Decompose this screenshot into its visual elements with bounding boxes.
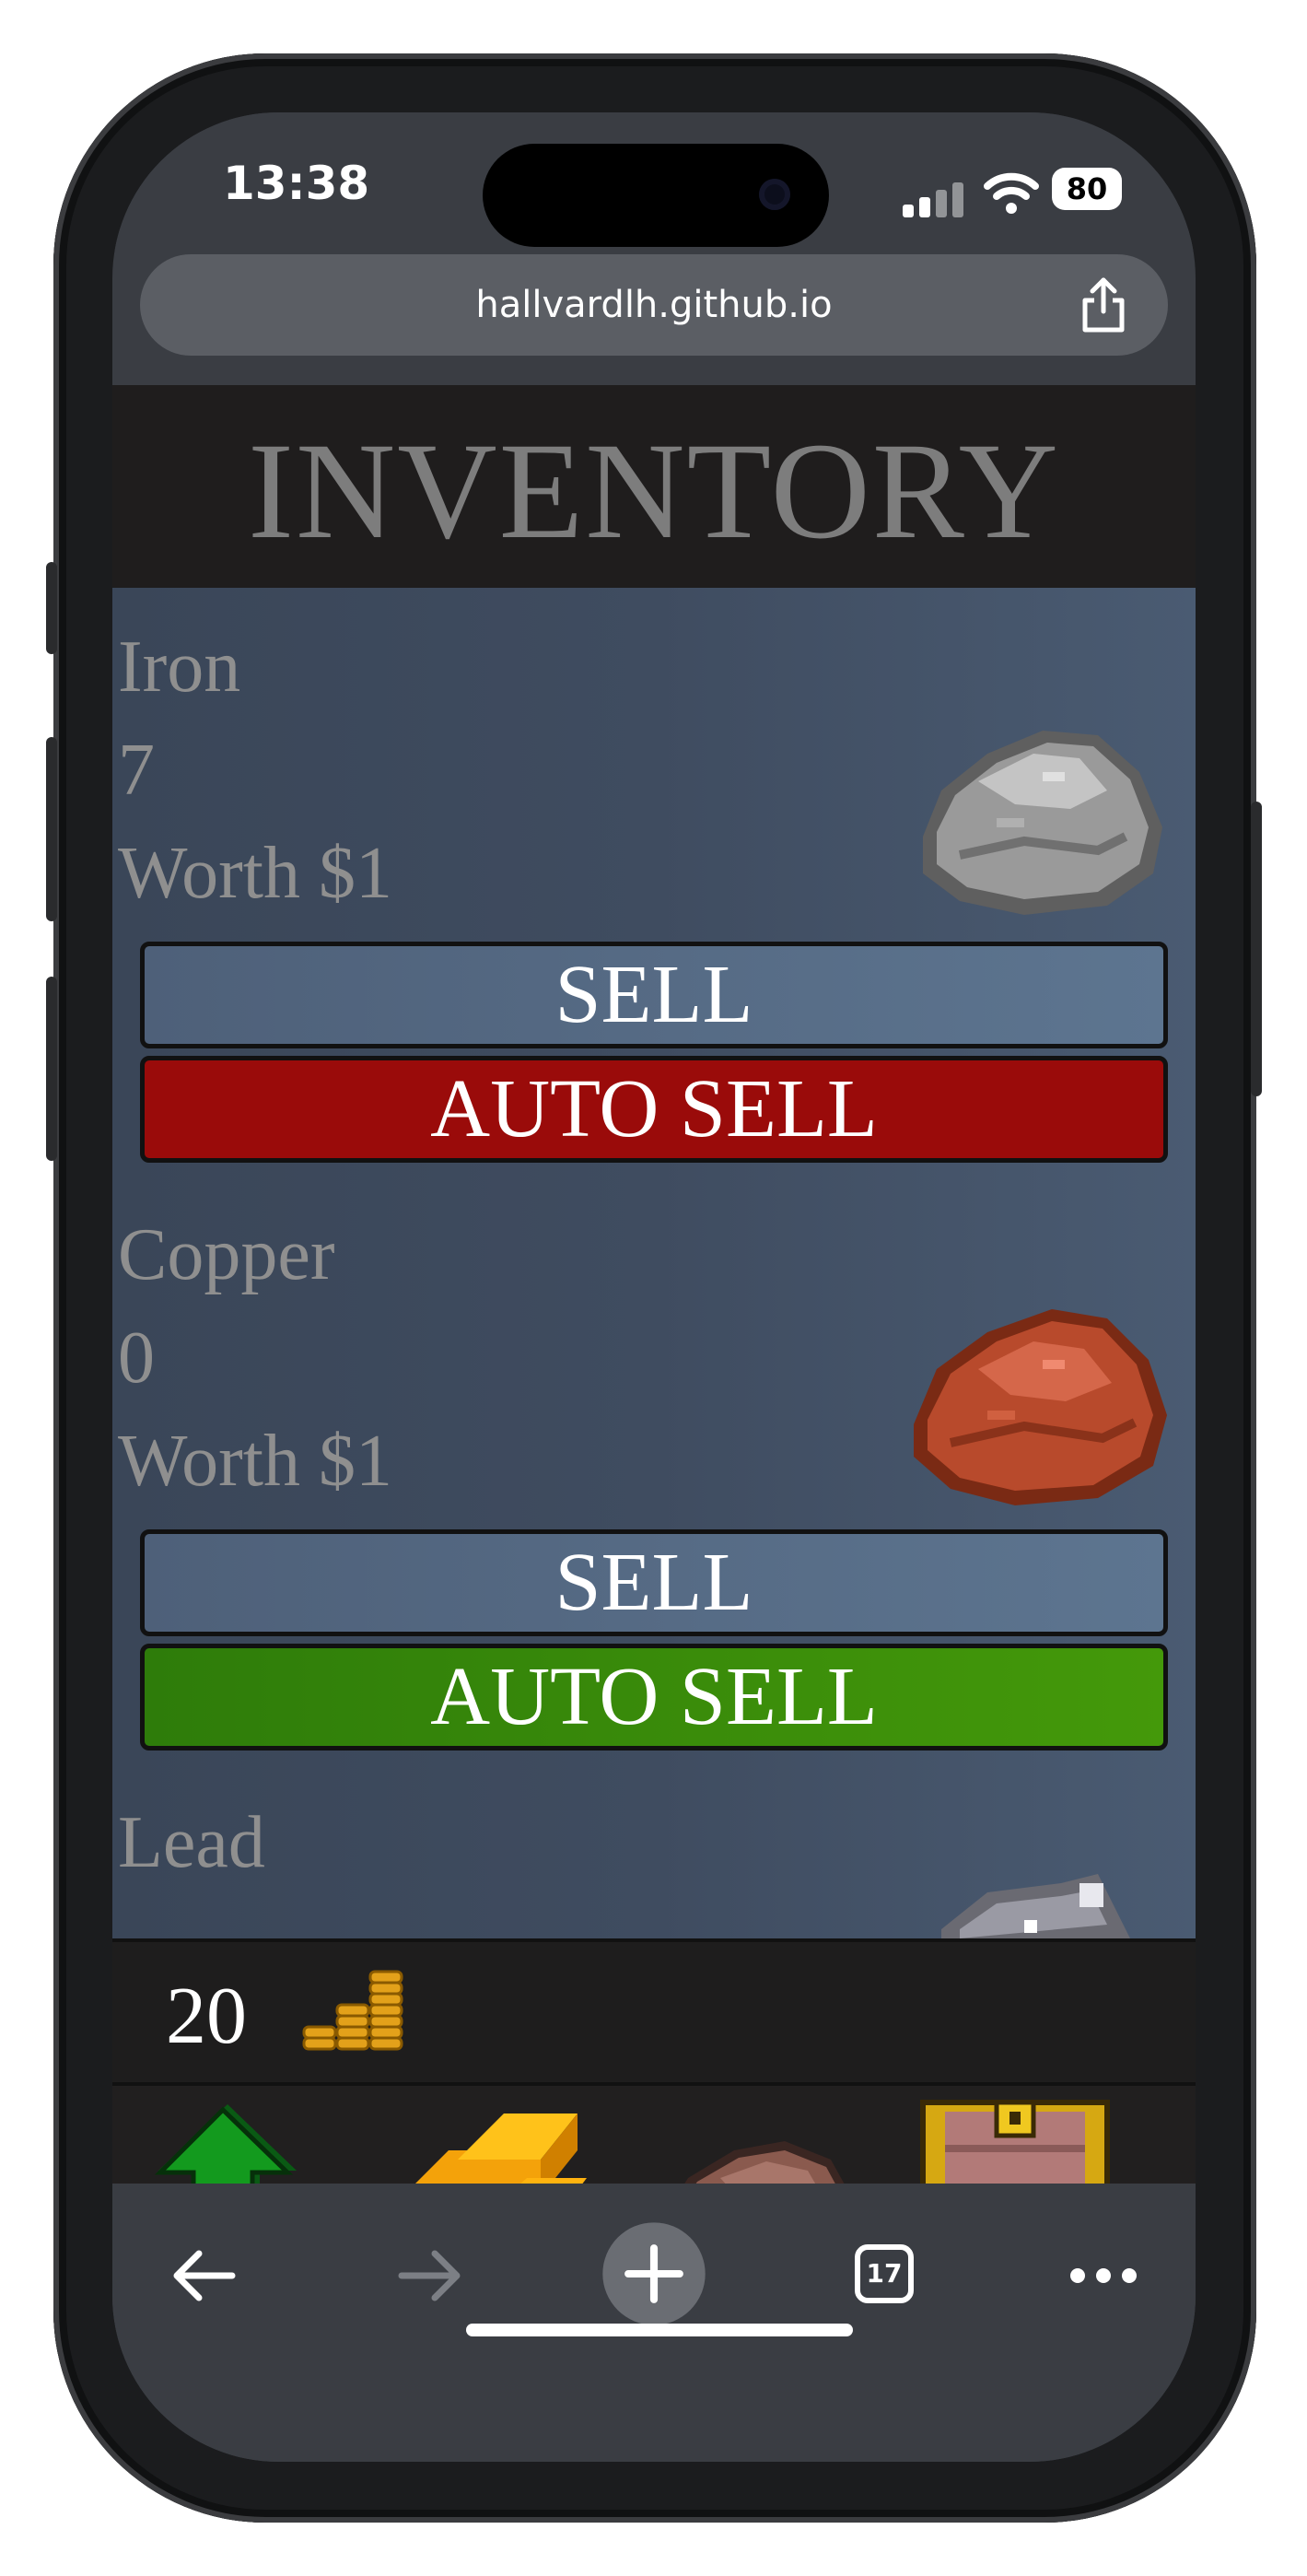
nav-inventory[interactable] [904,2086,1126,2184]
url-text: hallvardlh.github.io [475,284,833,326]
status-bar: 13:38 80 [112,112,1196,251]
item-info: Copper 0 Worth $1 [118,1203,392,1513]
auto-sell-button[interactable]: AUTO SELL [140,1056,1168,1163]
ore-rock-icon [684,2141,845,2184]
inventory-item-copper: Copper 0 Worth $1 SELL AUTO SELL [112,1176,1196,1767]
game-nav-bar [112,2086,1196,2184]
back-arrow-icon[interactable] [158,2230,251,2322]
new-tab-plus-icon[interactable] [601,2220,707,2327]
game-page: INVENTORY Iron 7 Worth $1 SELL AUTO SELL… [112,385,1196,2184]
address-bar[interactable]: hallvardlh.github.io [140,254,1168,356]
item-name: Copper [118,1214,335,1295]
power-button [1251,802,1262,1096]
tab-switcher-button[interactable]: 17 [838,2230,930,2322]
nav-mine[interactable] [647,2086,868,2184]
forward-arrow-icon[interactable] [383,2230,475,2322]
cellular-signal-icon [903,181,967,217]
gold-bars-icon [415,2113,587,2184]
auto-sell-button[interactable]: AUTO SELL [140,1644,1168,1751]
status-time: 13:38 [223,157,370,210]
item-name: Lead [118,1802,265,1883]
item-worth: Worth $1 [118,833,392,914]
sell-button[interactable]: SELL [140,1529,1168,1636]
item-worth: Worth $1 [118,1421,392,1502]
inventory-item-iron: Iron 7 Worth $1 SELL AUTO SELL [112,588,1196,1179]
inventory-list[interactable]: Iron 7 Worth $1 SELL AUTO SELL Copper 0 … [112,588,1196,1938]
dynamic-island [483,144,829,247]
item-info: Lead [118,1791,265,1894]
battery-indicator: 80 [1052,168,1122,210]
item-count: 7 [118,730,155,811]
nav-upgrades[interactable] [149,2086,306,2184]
item-info: Iron 7 Worth $1 [118,615,392,925]
copper-ore-icon [914,1309,1167,1505]
wifi-icon [984,172,1039,214]
tab-count: 17 [855,2244,914,2303]
upgrade-arrow-icon [154,2104,297,2184]
inventory-item-lead: Lead [112,1763,1196,1938]
front-camera-icon [759,179,790,210]
page-title: INVENTORY [112,385,1196,588]
more-options-icon[interactable] [1057,2230,1149,2322]
browser-toolbar: 17 [112,2184,1196,2462]
volume-down-button [46,977,57,1161]
iron-ore-icon [923,731,1162,915]
treasure-chest-icon [920,2100,1110,2184]
share-icon[interactable] [1076,275,1131,335]
sell-button[interactable]: SELL [140,942,1168,1048]
nav-smelter[interactable] [375,2086,596,2184]
item-name: Iron [118,626,241,708]
volume-up-button [46,737,57,921]
gold-coins-icon [302,1970,403,2051]
item-count: 0 [118,1317,155,1399]
action-button [46,562,57,654]
lead-ore-icon [941,1874,1130,1938]
home-indicator[interactable] [466,2324,853,2336]
phone-screen: 13:38 80 hallvardlh.github.io INVENTORY [112,112,1196,2462]
money-bar: 20 [112,1938,1196,2086]
money-amount: 20 [166,1972,247,2061]
